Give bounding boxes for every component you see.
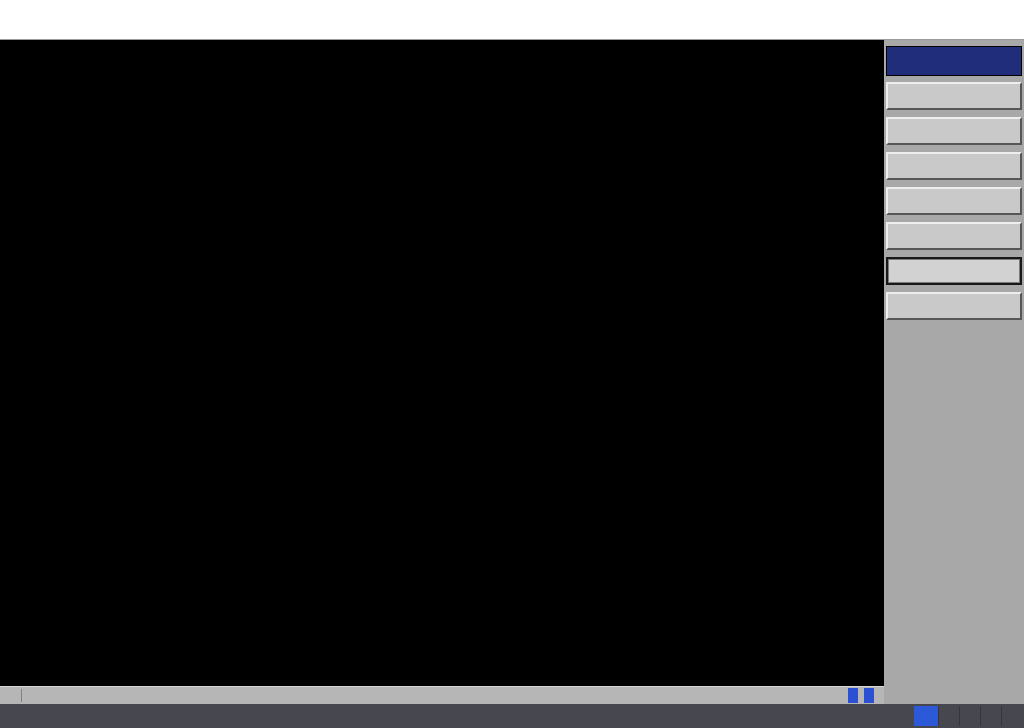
- tr3-trace-label: [8, 362, 12, 376]
- softkey-3-4[interactable]: [886, 257, 1022, 285]
- window-title: [0, 0, 1024, 18]
- tr4-trace-label: [512, 363, 516, 377]
- status-divider: [21, 689, 22, 702]
- softkey-menu-title: [886, 46, 1022, 76]
- plot-area: [0, 40, 884, 686]
- menu-bar: [0, 18, 1024, 40]
- tr4-quadrant[interactable]: [440, 360, 884, 686]
- tr1-quadrant[interactable]: [0, 40, 440, 360]
- tr1-trace-label: [8, 43, 12, 57]
- softkey-1-3[interactable]: [886, 117, 1022, 145]
- status-bar: [0, 686, 884, 704]
- tr2-trace-label: [448, 43, 452, 57]
- tr2-quadrant[interactable]: [440, 40, 884, 360]
- softkey-2-4[interactable]: [886, 222, 1022, 250]
- datetime: [1001, 706, 1024, 726]
- extref-status: [959, 706, 980, 726]
- softkey-sidebar: [884, 40, 1024, 704]
- tr2-header[interactable]: [448, 43, 452, 57]
- correction-badge: [864, 688, 874, 703]
- tr3-quadrant[interactable]: [0, 360, 440, 686]
- svc-status: [980, 706, 1001, 726]
- softkey-1-2[interactable]: [886, 82, 1022, 110]
- instrument-status-bar: [0, 704, 1024, 728]
- softkey-1-4[interactable]: [886, 152, 1022, 180]
- tr3-header[interactable]: [8, 362, 12, 376]
- softkey-2-3[interactable]: [886, 187, 1022, 215]
- hold-status: [914, 706, 938, 726]
- points-badge: [848, 688, 858, 703]
- stop-status: [938, 706, 959, 726]
- tr4-header[interactable]: [512, 363, 516, 377]
- softkey-return[interactable]: [886, 292, 1022, 320]
- tr1-header[interactable]: [8, 43, 12, 57]
